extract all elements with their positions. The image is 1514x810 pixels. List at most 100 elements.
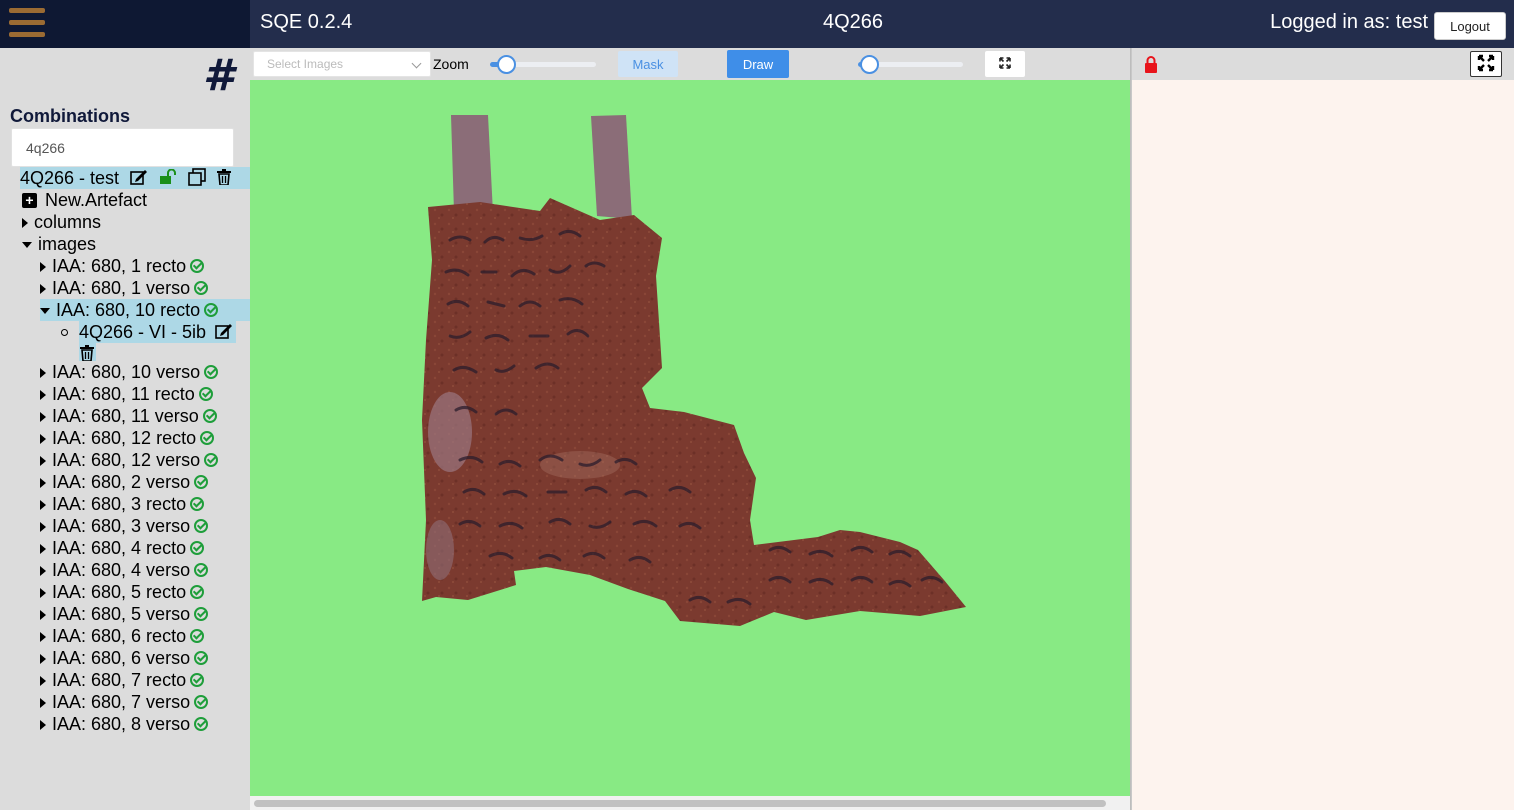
combination-item[interactable]: 4Q266 - test: [20, 167, 250, 189]
image-label: IAA: 680, 10 recto: [56, 300, 201, 320]
image-item-selected[interactable]: IAA: 680, 10 recto: [40, 299, 250, 321]
check-circle-icon: [204, 303, 219, 318]
app-title: SQE 0.2.4: [260, 11, 353, 33]
image-item[interactable]: IAA: 680, 4 verso: [40, 559, 209, 581]
opacity-slider[interactable]: [858, 55, 963, 74]
caret-right-icon: [40, 676, 46, 687]
combination-label: 4Q266 - test: [20, 168, 120, 188]
lock-icon[interactable]: [1144, 56, 1158, 78]
zoom-slider[interactable]: [490, 55, 596, 74]
caret-right-icon: [40, 610, 46, 621]
image-label: IAA: 680, 12 verso: [52, 450, 201, 470]
caret-right-icon: [40, 262, 46, 273]
image-item[interactable]: IAA: 680, 8 verso: [40, 713, 209, 735]
new-artefact-button[interactable]: + New.Artefact: [22, 189, 147, 211]
check-circle-icon: [200, 431, 215, 446]
caret-right-icon: [40, 566, 46, 577]
check-circle-icon: [194, 519, 209, 534]
caret-right-icon: [40, 698, 46, 709]
caret-right-icon: [40, 720, 46, 731]
artefact-canvas[interactable]: [250, 80, 1130, 796]
opacity-slider-handle[interactable]: [860, 55, 879, 74]
copy-icon[interactable]: [188, 167, 206, 191]
image-item[interactable]: IAA: 680, 11 verso: [40, 405, 217, 427]
tree-node-images[interactable]: images: [22, 233, 96, 255]
image-label: IAA: 680, 7 recto: [52, 670, 187, 690]
artefact-delete-row[interactable]: [79, 343, 96, 362]
expand-icon: [999, 56, 1011, 72]
new-artefact-label: New.Artefact: [45, 190, 148, 210]
select-images-dropdown[interactable]: Select Images: [253, 51, 431, 77]
image-item[interactable]: IAA: 680, 1 verso: [40, 277, 209, 299]
image-item[interactable]: IAA: 680, 7 verso: [40, 691, 209, 713]
image-item[interactable]: IAA: 680, 5 recto: [40, 581, 205, 603]
image-label: IAA: 680, 6 verso: [52, 648, 191, 668]
image-item[interactable]: IAA: 680, 2 verso: [40, 471, 209, 493]
image-item[interactable]: IAA: 680, 6 verso: [40, 647, 209, 669]
check-circle-icon: [190, 629, 205, 644]
image-item[interactable]: IAA: 680, 6 recto: [40, 625, 205, 647]
image-label: IAA: 680, 4 verso: [52, 560, 191, 580]
image-label: IAA: 680, 6 recto: [52, 626, 187, 646]
text-editor-panel[interactable]: [1131, 80, 1514, 810]
fullscreen-button[interactable]: [985, 51, 1025, 77]
image-item[interactable]: IAA: 680, 11 recto: [40, 383, 213, 405]
caret-right-icon: [40, 632, 46, 643]
image-item[interactable]: IAA: 680, 4 recto: [40, 537, 205, 559]
edit-icon[interactable]: [130, 168, 148, 190]
canvas-horizontal-scrollbar[interactable]: [250, 796, 1130, 810]
check-circle-icon: [190, 585, 205, 600]
scrollbar-thumb[interactable]: [254, 800, 1106, 807]
image-item[interactable]: IAA: 680, 12 recto: [40, 427, 215, 449]
image-label: IAA: 680, 5 verso: [52, 604, 191, 624]
image-item[interactable]: IAA: 680, 3 recto: [40, 493, 205, 515]
logout-button[interactable]: Logout: [1434, 12, 1506, 40]
zoom-slider-handle[interactable]: [497, 55, 516, 74]
caret-right-icon: [40, 434, 46, 445]
right-panel-toolbar: [1131, 48, 1514, 80]
check-circle-icon: [204, 365, 219, 380]
image-label: IAA: 680, 1 verso: [52, 278, 191, 298]
image-item[interactable]: IAA: 680, 1 recto: [40, 255, 205, 277]
columns-label: columns: [34, 212, 102, 232]
artefact-row[interactable]: 4Q266 - VI - 5ib: [79, 321, 236, 343]
plus-square-icon: +: [22, 192, 37, 208]
image-label: IAA: 680, 12 recto: [52, 428, 197, 448]
combinations-sidebar: # Combinations 4Q266 - test + New.Artefac…: [0, 48, 250, 810]
check-circle-icon: [194, 651, 209, 666]
zoom-label: Zoom: [433, 56, 469, 72]
image-item[interactable]: IAA: 680, 10 verso: [40, 361, 219, 383]
image-label: IAA: 680, 3 verso: [52, 516, 191, 536]
check-circle-icon: [204, 453, 219, 468]
draw-button[interactable]: Draw: [727, 50, 789, 78]
caret-down-icon: [22, 242, 32, 249]
hamburger-menu-button[interactable]: [0, 0, 250, 48]
image-item[interactable]: IAA: 680, 7 recto: [40, 669, 205, 691]
image-item[interactable]: IAA: 680, 12 verso: [40, 449, 219, 471]
trash-icon[interactable]: [217, 168, 232, 190]
check-circle-icon: [194, 563, 209, 578]
image-label: IAA: 680, 8 verso: [52, 714, 191, 734]
tree-node-columns[interactable]: columns: [22, 211, 101, 233]
combination-search-input[interactable]: [11, 128, 234, 167]
caret-right-icon: [40, 588, 46, 599]
unlock-icon[interactable]: [159, 168, 177, 190]
check-circle-icon: [190, 497, 205, 512]
caret-right-icon: [40, 522, 46, 533]
image-item[interactable]: IAA: 680, 5 verso: [40, 603, 209, 625]
image-label: IAA: 680, 3 recto: [52, 494, 187, 514]
caret-right-icon: [40, 544, 46, 555]
image-label: IAA: 680, 7 verso: [52, 692, 191, 712]
caret-right-icon: [22, 218, 28, 229]
caret-right-icon: [40, 390, 46, 401]
editor-toolbar: Select Images Zoom Mask Draw: [250, 48, 1131, 80]
hash-icon[interactable]: #: [203, 54, 234, 98]
artefact-label: 4Q266 - VI - 5ib: [79, 322, 207, 342]
maximize-panel-button[interactable]: [1470, 51, 1502, 77]
image-item[interactable]: IAA: 680, 3 verso: [40, 515, 209, 537]
check-circle-icon: [190, 673, 205, 688]
edit-icon[interactable]: [215, 322, 233, 344]
mask-button[interactable]: Mask: [618, 51, 678, 77]
check-circle-icon: [190, 259, 205, 274]
image-label: IAA: 680, 1 recto: [52, 256, 187, 276]
